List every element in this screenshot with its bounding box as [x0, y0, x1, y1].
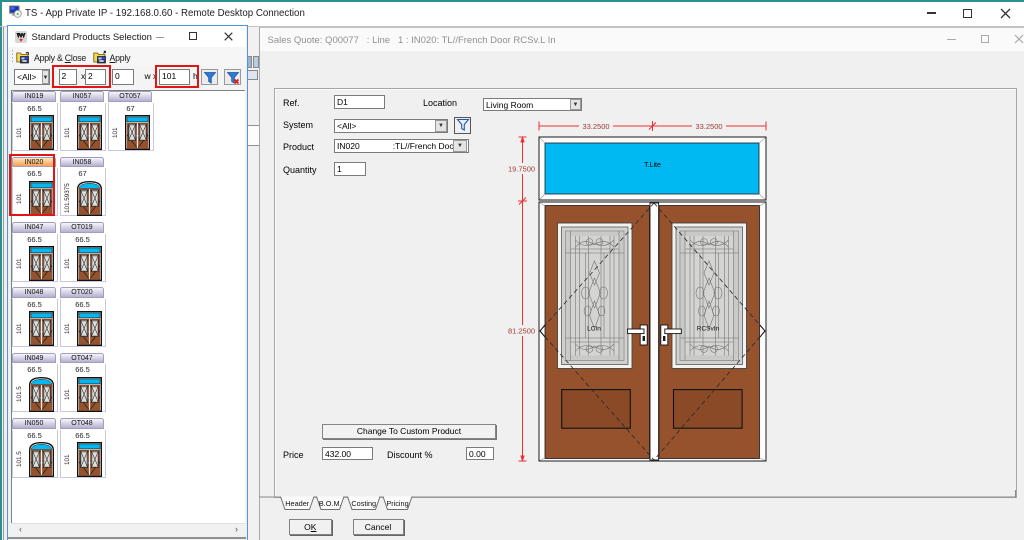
svg-text:81.2500: 81.2500 — [508, 326, 535, 335]
svg-text:B.O.M.: B.O.M. — [319, 499, 342, 508]
svg-text:19.7500: 19.7500 — [508, 164, 535, 173]
svg-text:LCIn: LCIn — [587, 326, 601, 333]
svg-text:Header: Header — [285, 499, 310, 508]
svg-text:T.Lite: T.Lite — [644, 162, 661, 169]
svg-text:33.2500: 33.2500 — [695, 122, 722, 131]
svg-text:RCSvIn: RCSvIn — [697, 326, 720, 333]
svg-text:Costing: Costing — [351, 499, 376, 508]
svg-text:Pricing: Pricing — [386, 499, 408, 508]
svg-text:33.2500: 33.2500 — [582, 122, 609, 131]
